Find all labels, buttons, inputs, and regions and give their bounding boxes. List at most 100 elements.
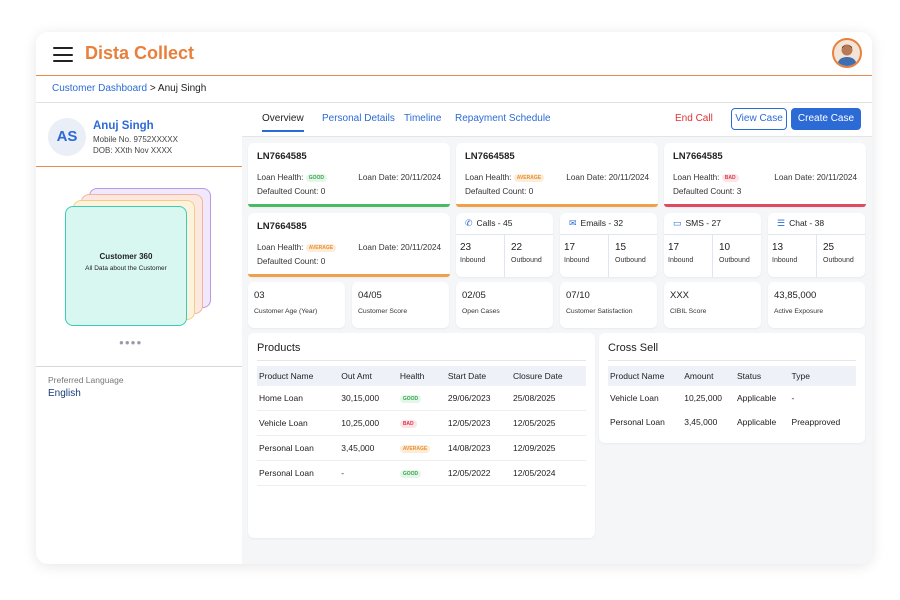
metric-label: Customer Satisfaction	[566, 308, 633, 315]
column-header: Status	[734, 366, 790, 386]
carousel-card-title: Customer 360	[99, 252, 153, 261]
tab-overview[interactable]: Overview	[262, 113, 304, 132]
metric-value: 03	[254, 290, 265, 301]
breadcrumb-separator: >	[149, 83, 156, 94]
loan-health-label: Loan Health:	[257, 173, 304, 182]
column-header: Product Name	[608, 366, 683, 386]
cross-sell-header-row: Product Name Amount Status Type	[608, 366, 856, 386]
product-name: Vehicle Loan	[257, 410, 340, 436]
table-row[interactable]: Vehicle Loan 10,25,000 Applicable -	[608, 386, 856, 410]
product-amount: -	[339, 460, 398, 486]
table-row[interactable]: Home Loan 30,15,000 GOOD 29/06/2023 25/0…	[257, 386, 586, 411]
loan-card[interactable]: LN7664585 Loan Health: BAD Loan Date: 20/…	[664, 143, 866, 207]
inbound-label: Inbound	[460, 257, 486, 264]
inbound-label: Inbound	[668, 257, 694, 264]
defaulted-count-label: Defaulted Count:	[257, 257, 319, 266]
product-start-date: 14/08/2023	[445, 435, 511, 461]
product-amount: 30,15,000	[339, 386, 398, 411]
calls-card[interactable]: ✆ Calls - 45 23 Inbound 22 Outbound	[456, 213, 553, 277]
metric-value: 02/05	[462, 290, 486, 301]
outbound-label: Outbound	[615, 257, 646, 264]
chat-outbound-count: 25	[823, 242, 835, 253]
loan-card[interactable]: LN7664585 Loan Health: AVERAGE Loan Date:…	[248, 213, 450, 277]
product-start-date: 29/06/2023	[445, 386, 511, 411]
cross-sell-amount: 3,45,000	[684, 417, 718, 427]
loan-health-badge: GOOD	[305, 173, 327, 182]
sms-icon: ▭	[673, 218, 682, 228]
outbound-label: Outbound	[511, 257, 542, 264]
view-case-button[interactable]: View Case	[731, 108, 787, 130]
table-row[interactable]: Personal Loan 3,45,000 Applicable Preapp…	[608, 410, 856, 434]
preferred-language-value: English	[48, 388, 81, 399]
product-closure-date: 12/09/2025	[510, 435, 586, 461]
column-header: Start Date	[445, 366, 511, 386]
outbound-label: Outbound	[719, 257, 750, 264]
defaulted-count-label: Defaulted Count:	[465, 187, 527, 196]
menu-icon[interactable]	[53, 47, 73, 62]
preferred-language-label: Preferred Language	[48, 375, 124, 385]
product-amount: 10,25,000	[339, 410, 398, 436]
product-start-date: 12/05/2023	[445, 410, 511, 436]
table-row[interactable]: Personal Loan 3,45,000 AVERAGE 14/08/202…	[257, 435, 586, 461]
metric-label: Open Cases	[462, 308, 500, 315]
emails-outbound-count: 15	[615, 242, 627, 253]
table-row[interactable]: Vehicle Loan 10,25,000 BAD 12/05/2023 12…	[257, 410, 586, 436]
top-bar: Dista Collect	[36, 32, 872, 76]
main-content: Overview Personal Details Timeline Repay…	[242, 103, 872, 564]
column-header: Type	[789, 366, 856, 386]
metric-card-cibil-score: XXX CIBIL Score	[664, 282, 761, 328]
emails-card[interactable]: ✉ Emails - 32 17 Inbound 15 Outbound	[560, 213, 657, 277]
product-closure-date: 12/05/2025	[510, 410, 586, 436]
loan-date-label: Loan Date:	[566, 173, 607, 182]
column-header: Out Amt	[339, 366, 398, 386]
loan-date-label: Loan Date:	[358, 243, 399, 252]
chat-title: Chat - 38	[789, 218, 825, 228]
product-start-date: 12/05/2022	[445, 460, 511, 486]
customer-mobile: Mobile No. 9752XXXXX	[93, 135, 178, 144]
metric-value: 43,85,000	[774, 290, 817, 301]
sms-card[interactable]: ▭ SMS - 27 17 Inbound 10 Outbound	[664, 213, 761, 277]
tab-timeline[interactable]: Timeline	[404, 113, 441, 124]
sms-title: SMS - 27	[685, 218, 721, 228]
tab-repayment-schedule[interactable]: Repayment Schedule	[455, 113, 551, 124]
user-avatar[interactable]	[832, 38, 862, 68]
loan-date-value: 20/11/2024	[816, 173, 857, 182]
tab-personal-details[interactable]: Personal Details	[322, 113, 395, 124]
products-table: Product Name Out Amt Health Start Date C…	[257, 366, 586, 486]
customer-name[interactable]: Anuj Singh	[93, 120, 154, 132]
customer-initials-avatar: AS	[48, 118, 86, 156]
app-window: Dista Collect Customer Dashboard > Anuj …	[36, 32, 872, 564]
sms-outbound-count: 10	[719, 242, 731, 253]
mail-icon: ✉	[569, 218, 577, 228]
product-health-badge: GOOD	[399, 394, 422, 403]
cross-sell-type: -	[791, 393, 795, 403]
breadcrumb-link-dashboard[interactable]: Customer Dashboard	[52, 83, 147, 94]
metric-label: Customer Age (Year)	[254, 308, 318, 315]
loan-card[interactable]: LN7664585 Loan Health: AVERAGE Loan Date:…	[456, 143, 658, 207]
loan-health-label: Loan Health:	[673, 173, 720, 182]
loan-date-label: Loan Date:	[358, 173, 399, 182]
calls-outbound-count: 22	[511, 242, 523, 253]
loan-card[interactable]: LN7664585 Loan Health: GOOD Loan Date: 20…	[248, 143, 450, 207]
cross-sell-amount: 10,25,000	[684, 393, 723, 403]
carousel-dots[interactable]: ●●●●	[119, 338, 142, 347]
product-closure-date: 25/08/2025	[510, 386, 586, 411]
chat-inbound-count: 13	[772, 242, 784, 253]
loan-health-label: Loan Health:	[465, 173, 512, 182]
product-health-badge: AVERAGE	[399, 444, 431, 453]
customer-dob: DOB: XXth Nov XXXX	[93, 146, 173, 155]
carousel-card-front[interactable]: Customer 360 All Data about the Customer	[65, 206, 187, 326]
table-row[interactable]: Personal Loan - GOOD 12/05/2022 12/05/20…	[257, 460, 586, 486]
emails-inbound-count: 17	[564, 242, 576, 253]
loan-health-label: Loan Health:	[257, 243, 304, 252]
customer-360-carousel[interactable]: Customer 360 All Data about the Customer…	[36, 167, 242, 367]
metric-value: 07/10	[566, 290, 590, 301]
defaulted-count-value: 0	[528, 187, 534, 196]
loan-date-value: 20/11/2024	[400, 173, 441, 182]
chat-card[interactable]: ☰ Chat - 38 13 Inbound 25 Outbound	[768, 213, 865, 277]
defaulted-count-value: 3	[736, 187, 742, 196]
create-case-button[interactable]: Create Case	[791, 108, 861, 130]
column-header: Health	[397, 366, 446, 386]
end-call-button[interactable]: End Call	[675, 113, 713, 124]
outbound-label: Outbound	[823, 257, 854, 264]
